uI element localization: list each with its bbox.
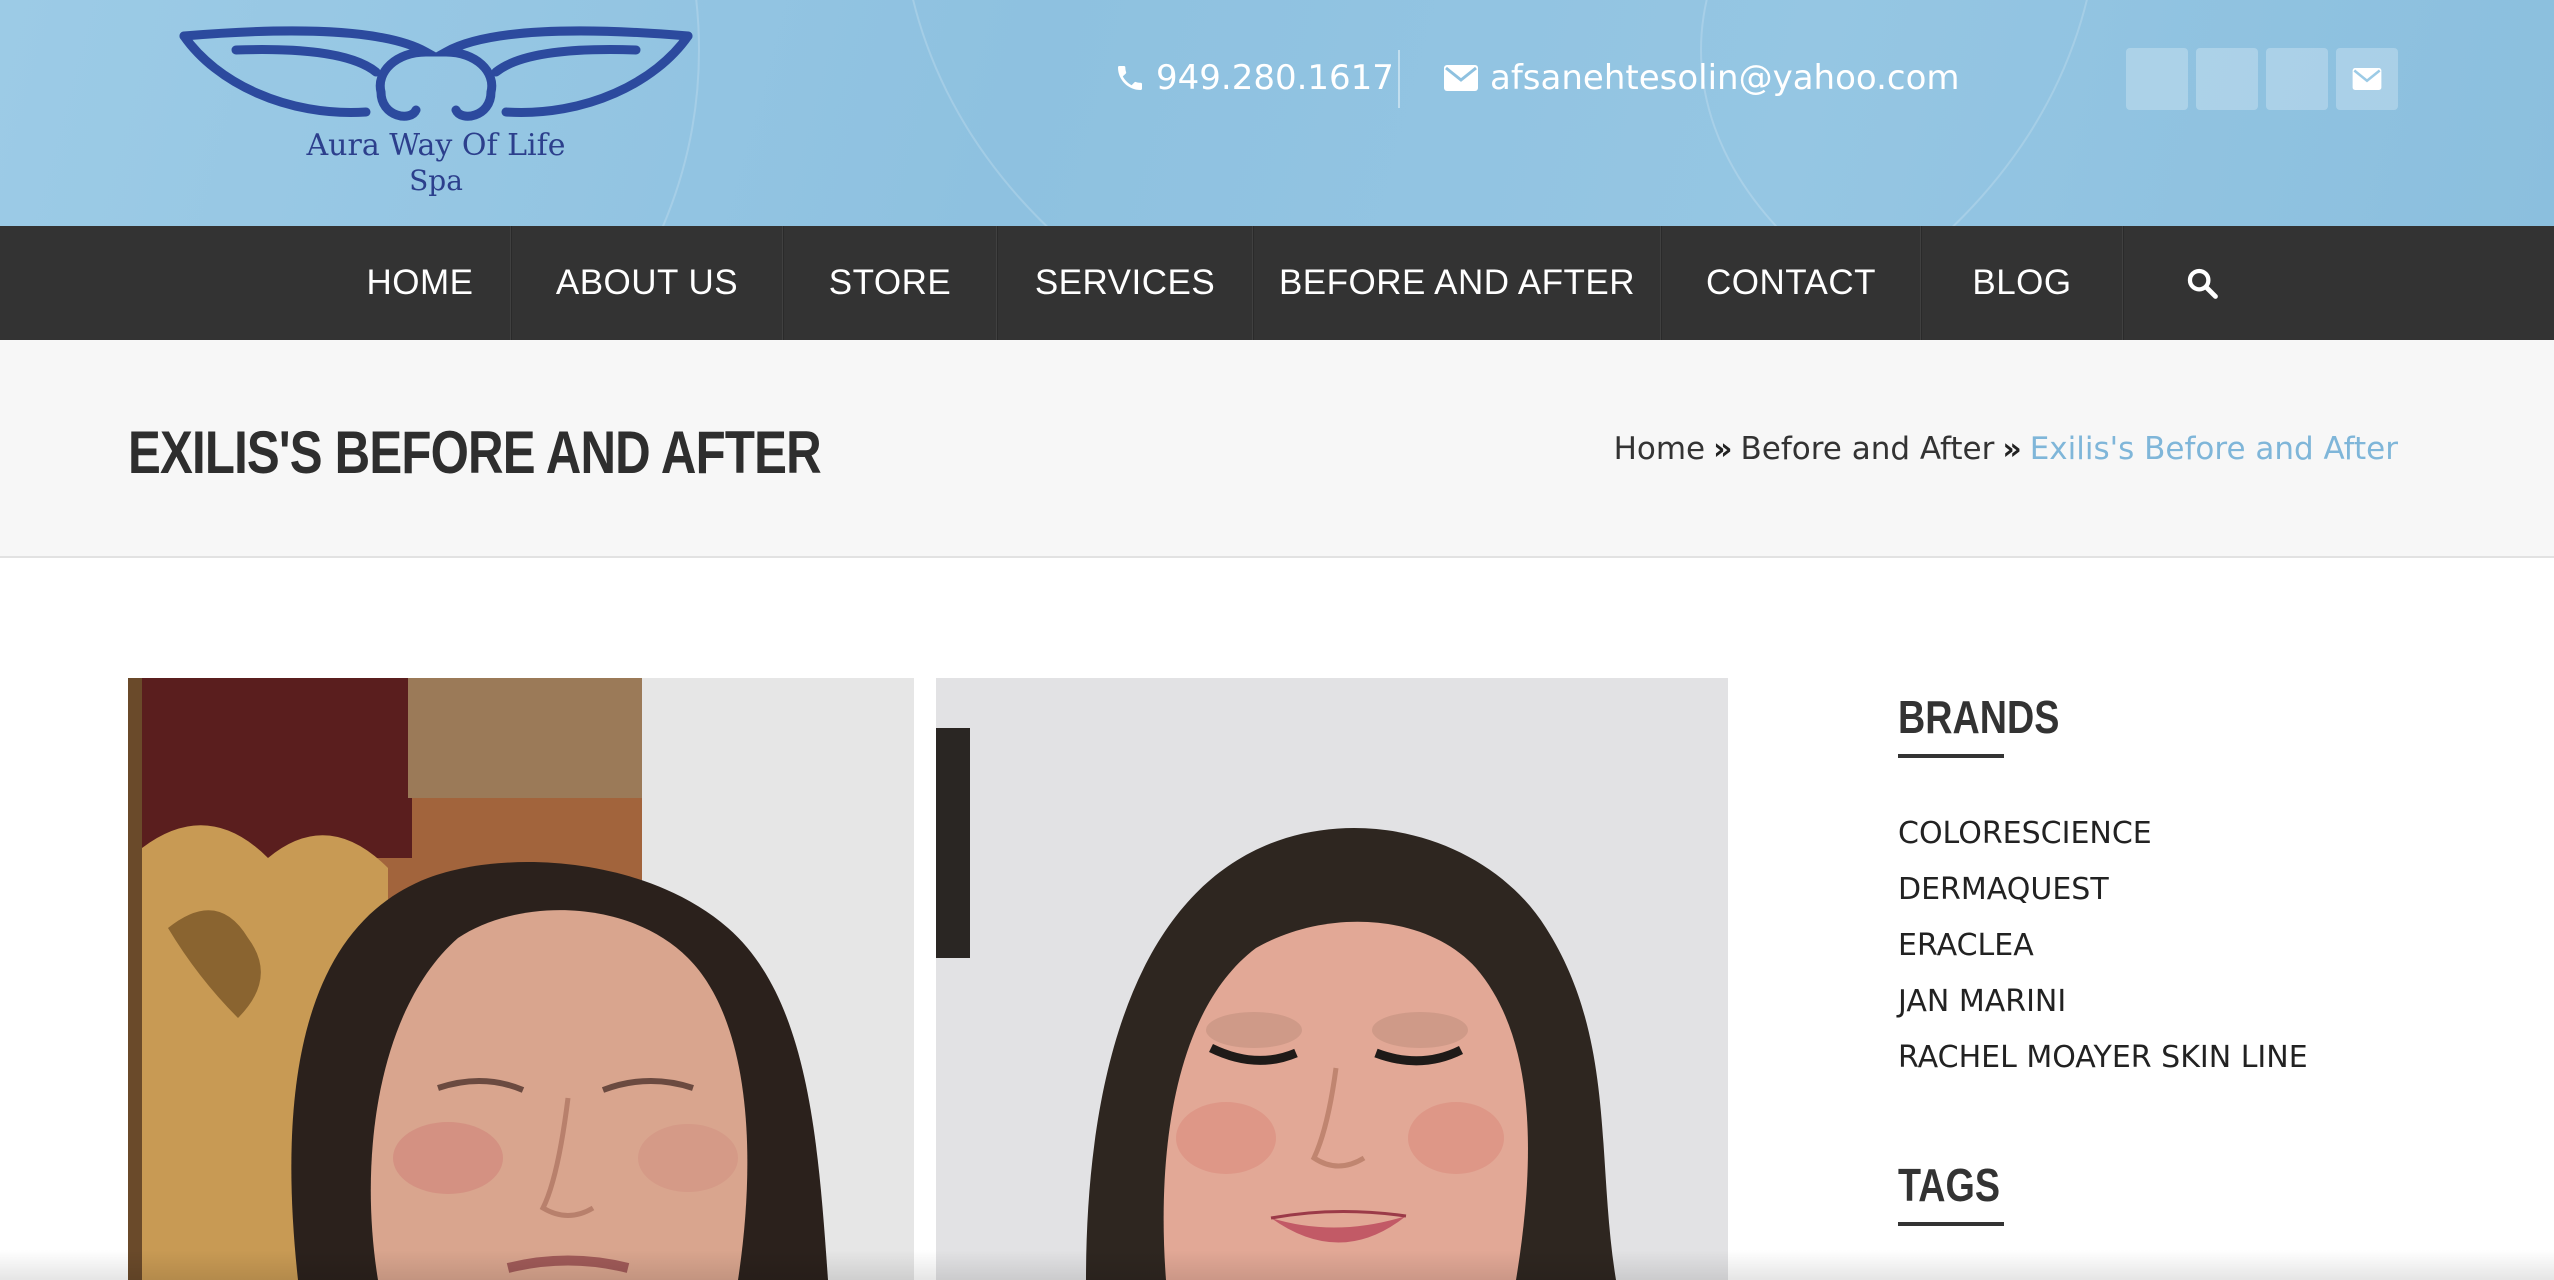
brand-link-eraclea[interactable]: ERACLEA (1898, 918, 2458, 974)
social-icon[interactable] (2126, 48, 2188, 110)
social-email-button[interactable] (2336, 48, 2398, 110)
brand-list: COLORESCIENCE DERMAQUEST ERACLEA JAN MAR… (1898, 806, 2458, 1086)
social-icon[interactable] (2266, 48, 2328, 110)
brand-link-rachel-moayer[interactable]: RACHEL MOAYER SKIN LINE (1898, 1030, 2458, 1086)
double-chevron-right-icon: » (2002, 431, 2022, 467)
wings-logo-icon (179, 26, 693, 121)
before-photo-image (128, 678, 914, 1280)
envelope-icon (2352, 68, 2382, 90)
envelope-icon (1444, 65, 1478, 91)
before-photo (128, 678, 914, 1280)
nav-item-store[interactable]: STORE (784, 226, 996, 340)
phone-number: 949.280.1617 (1156, 58, 1394, 98)
site-header: Aura Way Of Life Spa 949.280.1617 afsane… (0, 0, 2554, 226)
contact-divider (1398, 50, 1400, 108)
double-chevron-right-icon: » (1713, 431, 1733, 467)
nav-item-before-and-after[interactable]: BEFORE AND AFTER (1254, 226, 1660, 340)
sidebar: BRANDS COLORESCIENCE DERMAQUEST ERACLEA … (1898, 690, 2458, 1226)
page-title: EXILIS'S BEFORE AND AFTER (128, 419, 822, 486)
main-nav: HOME ABOUT US STORE SERVICES BEFORE AND … (0, 226, 2554, 340)
brand-link-dermaquest[interactable]: DERMAQUEST (1898, 862, 2458, 918)
page-title-band: EXILIS'S BEFORE AND AFTER Home » Before … (0, 340, 2554, 558)
phone-icon (1118, 66, 1142, 90)
logo-text: Aura Way Of Life (306, 128, 566, 163)
breadcrumb-home[interactable]: Home (1614, 431, 1706, 467)
fold-shadow (0, 1250, 2554, 1280)
nav-item-services[interactable]: SERVICES (998, 226, 1252, 340)
tags-heading: TAGS (1898, 1159, 2000, 1211)
email-address: afsanehtesolin@yahoo.com (1490, 58, 1960, 98)
brand-link-colorescience[interactable]: COLORESCIENCE (1898, 806, 2458, 862)
breadcrumb-before-and-after[interactable]: Before and After (1741, 431, 1995, 467)
breadcrumb-current: Exilis's Before and After (2029, 431, 2398, 467)
social-icon[interactable] (2196, 48, 2258, 110)
search-icon (2187, 268, 2218, 299)
header-decoration (1700, 0, 2554, 226)
logo-subtext: Spa (409, 164, 463, 197)
header-phone[interactable]: 949.280.1617 (1114, 56, 1394, 100)
header-email[interactable]: afsanehtesolin@yahoo.com (1444, 56, 1960, 100)
heading-underline (1898, 1222, 2004, 1226)
nav-item-blog[interactable]: BLOG (1922, 226, 2122, 340)
after-photo-image (936, 678, 1728, 1280)
nav-item-contact[interactable]: CONTACT (1662, 226, 1920, 340)
after-photo (936, 678, 1728, 1280)
heading-underline (1898, 754, 2004, 758)
breadcrumb: Home » Before and After » Exilis's Befor… (1614, 424, 2398, 474)
brand-link-jan-marini[interactable]: JAN MARINI (1898, 974, 2458, 1030)
brands-heading: BRANDS (1898, 691, 2060, 743)
nav-item-about-us[interactable]: ABOUT US (512, 226, 782, 340)
nav-search-button[interactable] (2124, 226, 2280, 340)
site-logo[interactable]: Aura Way Of Life Spa (176, 22, 696, 202)
nav-item-home[interactable]: HOME (330, 226, 510, 340)
